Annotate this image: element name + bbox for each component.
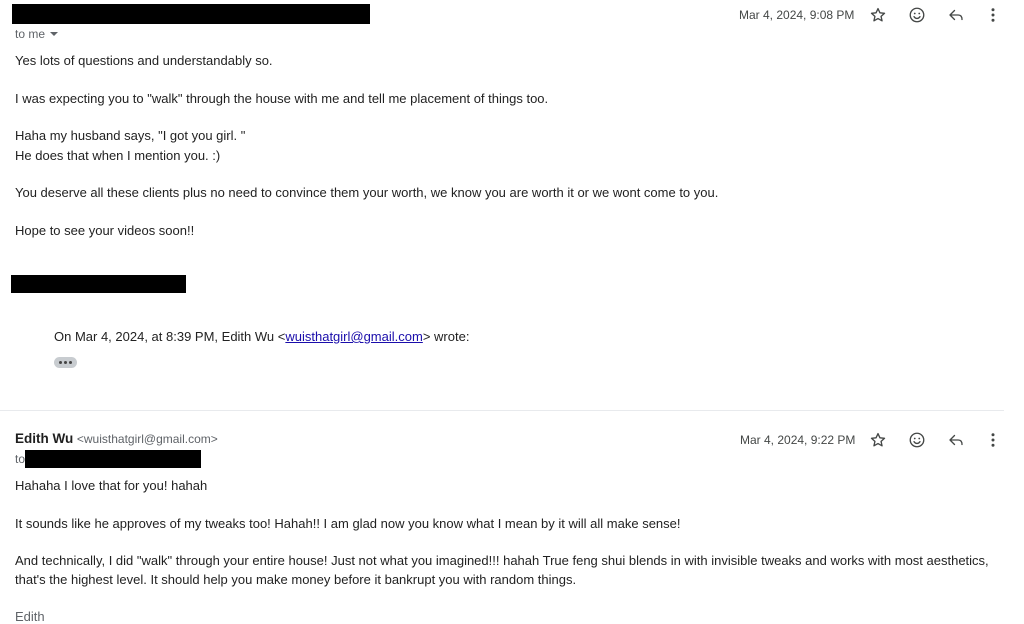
message-paragraph: And technically, I did "walk" through yo… — [15, 553, 989, 587]
message-divider — [0, 410, 1004, 411]
reply-button[interactable] — [945, 429, 967, 451]
sender-email: <wuisthatgirl@gmail.com> — [76, 432, 218, 446]
message-line: You deserve all these clients plus no ne… — [15, 185, 719, 200]
sender-name: Edith Wu — [15, 431, 74, 446]
to-me-label: to me — [15, 27, 46, 41]
react-button[interactable] — [906, 429, 928, 451]
quoted-email-link[interactable]: wuisthatgirl@gmail.com — [285, 329, 422, 344]
quote-prefix: On Mar 4, 2024, at 8:39 PM, Edith Wu < — [54, 329, 286, 344]
message-line: Haha my husband says, "I got you girl. " — [15, 128, 246, 143]
emoji-icon — [909, 432, 925, 448]
sender-info: Edith Wu <wuisthatgirl@gmail.com> — [15, 431, 218, 446]
redacted-signature — [11, 275, 186, 293]
more-vert-icon — [991, 8, 995, 22]
star-icon — [870, 7, 886, 22]
star-button[interactable] — [867, 429, 889, 451]
redacted-recipient — [25, 450, 201, 468]
more-options-button[interactable] — [982, 429, 1004, 451]
show-trimmed-content-button[interactable] — [54, 357, 77, 368]
reply-button[interactable] — [945, 4, 967, 26]
message-date: Mar 4, 2024, 9:08 PM — [739, 8, 855, 22]
reply-icon — [949, 434, 963, 446]
more-vert-icon — [991, 433, 995, 447]
reply-icon — [949, 9, 963, 21]
star-button[interactable] — [867, 4, 889, 26]
react-button[interactable] — [906, 4, 928, 26]
message-line: Hahaha I love that for you! hahah — [15, 478, 208, 493]
message-date: Mar 4, 2024, 9:22 PM — [740, 433, 856, 447]
recipient-label: to — [15, 452, 25, 466]
star-icon — [870, 432, 886, 447]
ellipsis-icon — [59, 361, 62, 364]
message-line: It sounds like he approves of my tweaks … — [15, 516, 681, 531]
recipient-toggle[interactable]: to me — [15, 27, 59, 41]
more-options-button[interactable] — [982, 4, 1004, 26]
emoji-icon — [909, 7, 925, 23]
message-line: Hope to see your videos soon!! — [15, 223, 195, 238]
quote-suffix: > wrote: — [422, 329, 470, 344]
message-line: He does that when I mention you. :) — [15, 148, 221, 163]
message-line: I was expecting you to "walk" through th… — [15, 91, 549, 106]
message-line: Yes lots of questions and understandably… — [15, 53, 273, 68]
redacted-sender — [12, 4, 370, 24]
to-label: to — [15, 452, 26, 466]
quoted-header: On Mar 4, 2024, at 8:39 PM, Edith Wu <wu… — [54, 329, 469, 344]
chevron-down-icon — [50, 32, 59, 36]
